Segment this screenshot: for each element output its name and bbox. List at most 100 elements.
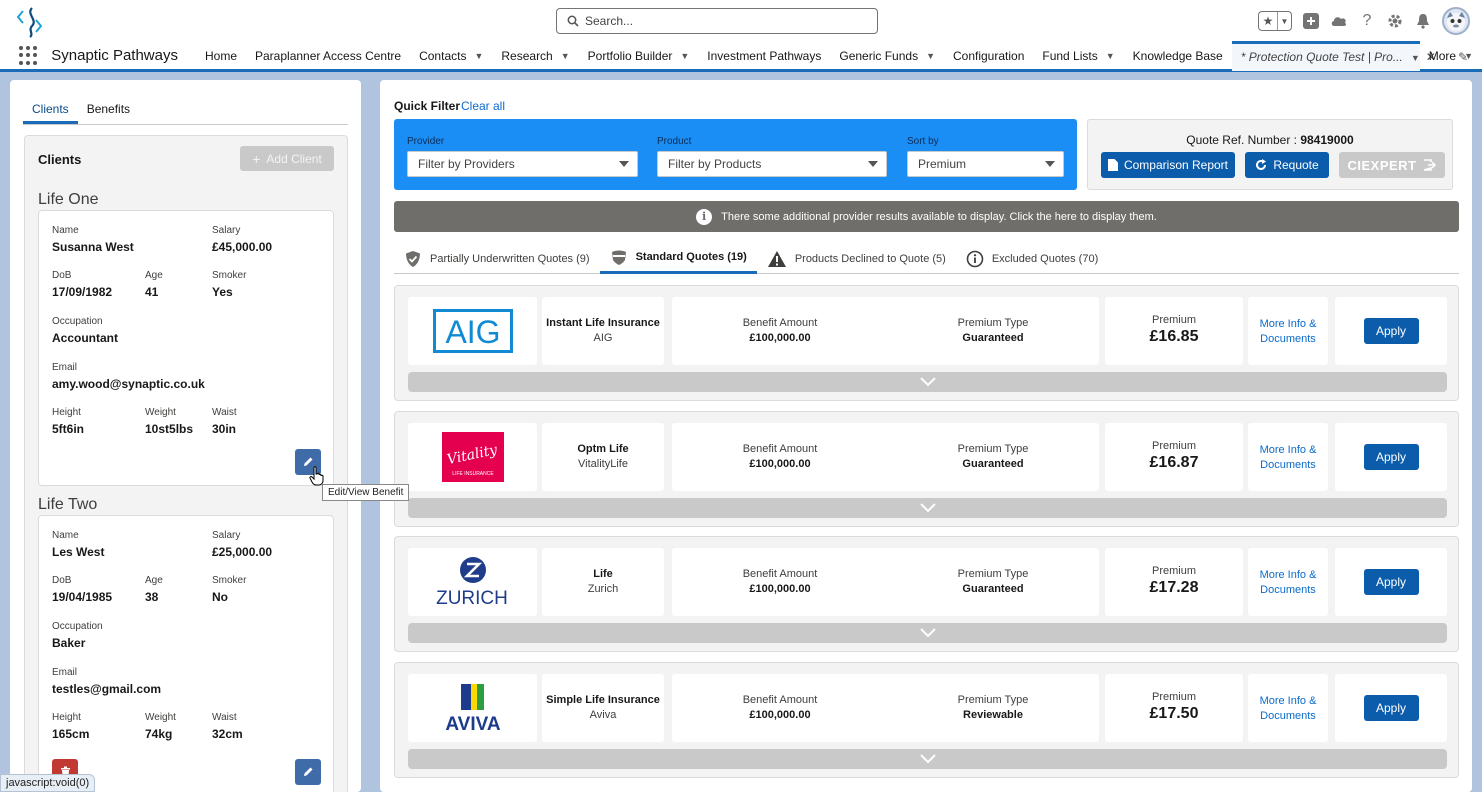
comparison-report-label: Comparison Report — [1123, 158, 1229, 172]
notifications-bell-icon[interactable] — [1414, 12, 1432, 30]
nav-item-label: Portfolio Builder — [587, 48, 673, 63]
more-info-label: More Info & — [1259, 695, 1317, 707]
more-info-documents-link[interactable]: More Info & Documents — [1248, 548, 1328, 616]
global-actions-plus-icon[interactable] — [1302, 12, 1320, 30]
nav-item-home[interactable]: Home — [196, 41, 246, 71]
ciexpert-button[interactable]: CIEXPERT — [1339, 152, 1445, 178]
tab-products-declined[interactable]: Products Declined to Quote (5) — [757, 243, 956, 274]
benefit-amount-value: £100,000.00 — [749, 332, 811, 344]
expand-quote-bar[interactable] — [408, 623, 1447, 643]
comparison-report-button[interactable]: Comparison Report — [1101, 152, 1235, 178]
nav-item-knowledge-base[interactable]: Knowledge Base — [1124, 41, 1232, 71]
more-info-documents-link[interactable]: More Info & Documents — [1248, 423, 1328, 491]
apply-button[interactable]: Apply — [1363, 318, 1419, 344]
documents-label: Documents — [1260, 459, 1316, 471]
quote-card: AVIVA Simple Life Insurance Aviva Benefi… — [394, 662, 1459, 778]
provider-name: VitalityLife — [578, 458, 628, 470]
quote-card: ZURICH Life Zurich Benefit Amount £100,0… — [394, 536, 1459, 652]
additional-results-banner[interactable]: i There some additional provider results… — [394, 201, 1459, 232]
chevron-down-icon[interactable]: ▼ — [1277, 12, 1291, 30]
nav-item-investment-pathways[interactable]: Investment Pathways — [698, 41, 830, 71]
provider-logo: AIG — [408, 297, 537, 365]
favorites-button[interactable]: ★ ▼ — [1258, 11, 1292, 31]
tab-clients[interactable]: Clients — [23, 96, 78, 124]
quotes-panel: Quick Filter Clear all Provider Filter b… — [380, 80, 1472, 792]
nav-more-label: More — [1428, 48, 1457, 63]
chevron-down-icon — [919, 754, 936, 764]
tab-standard-quotes[interactable]: Standard Quotes (19) — [599, 243, 757, 274]
requote-label: Requote — [1273, 158, 1319, 172]
settings-gear-icon[interactable] — [1386, 12, 1404, 30]
synaptic-logo-icon[interactable] — [14, 6, 44, 38]
expand-quote-bar[interactable] — [408, 749, 1447, 769]
header-utility-icons: ★ ▼ ? — [1258, 6, 1470, 36]
nav-item-research[interactable]: Research ▼ — [492, 41, 578, 71]
expand-quote-bar[interactable] — [408, 372, 1447, 392]
nav-item-configuration[interactable]: Configuration — [944, 41, 1033, 71]
tab-label: Products Declined to Quote (5) — [794, 252, 946, 265]
expand-quote-bar[interactable] — [408, 498, 1447, 518]
apply-button[interactable]: Apply — [1363, 695, 1419, 721]
premium-type-value: Guaranteed — [962, 583, 1024, 595]
product-filter-placeholder: Filter by Products — [668, 157, 762, 171]
life-two-occupation-field: Occupation Baker — [52, 621, 103, 650]
vitality-logo-subtext: LIFE INSURANCE — [452, 471, 494, 477]
ciexpert-label: CIEXPERT — [1347, 157, 1417, 173]
chevron-down-icon[interactable]: ▼ — [1106, 51, 1115, 61]
nav-item-generic-funds[interactable]: Generic Funds ▼ — [830, 41, 944, 71]
provider-filter-select[interactable]: Filter by Providers — [407, 151, 638, 177]
chevron-down-icon[interactable]: ▼ — [1411, 53, 1420, 63]
edit-nav-pencil-icon[interactable]: ✎ — [1458, 50, 1468, 64]
banner-text: There some additional provider results a… — [721, 210, 1157, 223]
clear-all-link[interactable]: Clear all — [461, 99, 505, 113]
sort-by-label: Sort by — [907, 136, 939, 147]
provider-logo: AVIVA — [408, 674, 537, 742]
tab-benefits[interactable]: Benefits — [78, 96, 139, 124]
product-name: Simple Life Insurance — [546, 694, 660, 706]
chevron-down-icon[interactable]: ▼ — [474, 51, 483, 61]
life-two-dob-field: DoB 19/04/1985 — [52, 575, 113, 604]
tab-partially-underwritten-quotes[interactable]: Partially Underwritten Quotes (9) — [394, 243, 600, 274]
shield-icon — [611, 250, 626, 265]
chevron-down-icon[interactable]: ▼ — [680, 51, 689, 61]
requote-button[interactable]: Requote — [1245, 152, 1329, 178]
edit-benefit-button[interactable] — [295, 759, 321, 785]
trailhead-cloud-icon[interactable] — [1330, 12, 1348, 30]
nav-item-contacts[interactable]: Contacts ▼ — [410, 41, 492, 71]
apply-button[interactable]: Apply — [1363, 569, 1419, 595]
tab-label: Excluded Quotes (70) — [991, 252, 1099, 265]
nav-item-fund-lists[interactable]: Fund Lists ▼ — [1033, 41, 1123, 71]
tab-protection-quote-test[interactable]: * Protection Quote Test | Pro... ▼ ✕ — [1231, 40, 1436, 71]
sort-by-select[interactable]: Premium — [907, 151, 1064, 177]
product-info: Instant Life Insurance AIG — [542, 297, 664, 365]
nav-item-paraplanner-access-centre[interactable]: Paraplanner Access Centre — [246, 41, 410, 71]
life-two-details: Name Les West Salary £25,000.00 DoB 19/04/1… — [38, 515, 334, 792]
active-tab-label: * Protection Quote Test | Pro... — [1240, 50, 1403, 64]
premium-value: £17.28 — [1149, 579, 1199, 596]
premium-type-block: Premium Type Guaranteed — [893, 443, 1093, 470]
nav-more[interactable]: More ▼ — [1420, 41, 1482, 71]
add-client-label: Add Client — [266, 151, 322, 166]
more-info-documents-link[interactable]: More Info & Documents — [1248, 674, 1328, 742]
more-info-documents-link[interactable]: More Info & Documents — [1248, 297, 1328, 365]
clients-panel: Clients Benefits Clients + Add Client Li… — [10, 80, 361, 792]
star-icon[interactable]: ★ — [1259, 12, 1277, 30]
tab-excluded-quotes[interactable]: Excluded Quotes (70) — [956, 243, 1108, 274]
clients-title: Clients — [38, 152, 82, 167]
apply-cell: Apply — [1335, 423, 1447, 491]
product-filter-select[interactable]: Filter by Products — [657, 151, 887, 177]
premium-type-block: Premium Type Guaranteed — [893, 568, 1093, 595]
apply-button[interactable]: Apply — [1363, 444, 1419, 470]
add-client-button[interactable]: + Add Client — [240, 146, 334, 171]
app-launcher-waffle-icon[interactable] — [19, 45, 37, 66]
user-avatar[interactable] — [1442, 7, 1470, 35]
chevron-down-icon[interactable]: ▼ — [926, 51, 935, 61]
chevron-down-icon[interactable]: ▼ — [561, 51, 570, 61]
premium-type-block: Premium Type Guaranteed — [893, 317, 1093, 344]
more-info-label: More Info & — [1259, 569, 1317, 581]
nav-item-portfolio-builder[interactable]: Portfolio Builder ▼ — [579, 41, 699, 71]
benefit-amount-value: £100,000.00 — [749, 583, 811, 595]
global-search-input[interactable]: Search... — [556, 8, 878, 34]
info-icon — [966, 250, 984, 267]
help-icon[interactable]: ? — [1358, 12, 1376, 30]
